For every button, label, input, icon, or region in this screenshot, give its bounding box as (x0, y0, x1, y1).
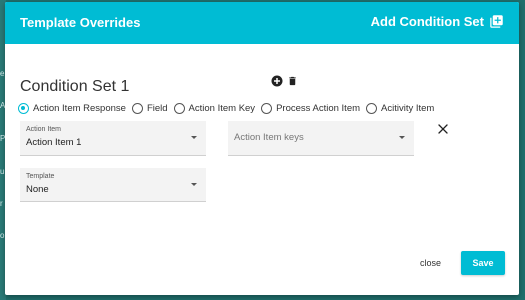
radio-button[interactable] (366, 103, 378, 114)
save-button[interactable]: Save (461, 251, 505, 275)
radio-label: Action Item Key (188, 103, 256, 114)
dialog-title: Template Overrides (20, 15, 141, 30)
action-item-select[interactable]: Action Item Action Item 1 (20, 121, 206, 156)
condition-type-radio-group: Action Item Response Field Action Item K… (18, 103, 440, 114)
action-item-keys-placeholder: Action Item keys (234, 132, 304, 143)
close-button[interactable]: close (420, 258, 441, 268)
radio-field[interactable]: Field (131, 103, 168, 114)
condition-set-actions (271, 75, 302, 87)
radio-button[interactable] (131, 103, 143, 114)
radio-button-checked[interactable] (18, 103, 29, 114)
caret-down-icon (191, 183, 197, 186)
template-select[interactable]: Template None (20, 168, 206, 202)
template-value: None (26, 184, 49, 195)
delete-condition-set-button[interactable] (287, 75, 298, 87)
template-overrides-dialog: Template Overrides Add Condition Set Con… (5, 2, 519, 295)
radio-process-action-item[interactable]: Process Action Item (261, 103, 360, 114)
radio-action-item-key[interactable]: Action Item Key (173, 103, 256, 114)
radio-activity-item[interactable]: Acitivity Item (366, 103, 434, 114)
condition-set-title: Condition Set 1 (20, 78, 130, 95)
close-icon (438, 124, 448, 134)
radio-label: Field (146, 103, 168, 114)
dialog-header: Template Overrides Add Condition Set (5, 2, 519, 44)
add-condition-set-button[interactable]: Add Condition Set (371, 14, 504, 29)
add-condition-set-label: Add Condition Set (370, 14, 484, 29)
radio-button[interactable] (173, 103, 185, 114)
radio-label: Action Item Response (33, 103, 126, 114)
action-item-label: Action Item (26, 126, 62, 133)
remove-condition-button[interactable] (437, 123, 449, 135)
add-icon (271, 75, 283, 87)
trash-icon (289, 76, 296, 86)
radio-action-item-response[interactable]: Action Item Response (18, 103, 126, 114)
action-item-value: Action Item 1 (26, 137, 82, 148)
radio-label: Process Action Item (276, 103, 361, 114)
caret-down-icon (399, 136, 405, 139)
caret-down-icon (191, 136, 197, 139)
radio-button[interactable] (261, 103, 273, 114)
template-label: Template (26, 173, 55, 180)
radio-label: Acitivity Item (381, 103, 435, 114)
action-item-keys-select[interactable]: Action Item keys (228, 121, 414, 156)
library-add-icon (490, 15, 503, 28)
add-condition-button[interactable] (271, 75, 283, 87)
